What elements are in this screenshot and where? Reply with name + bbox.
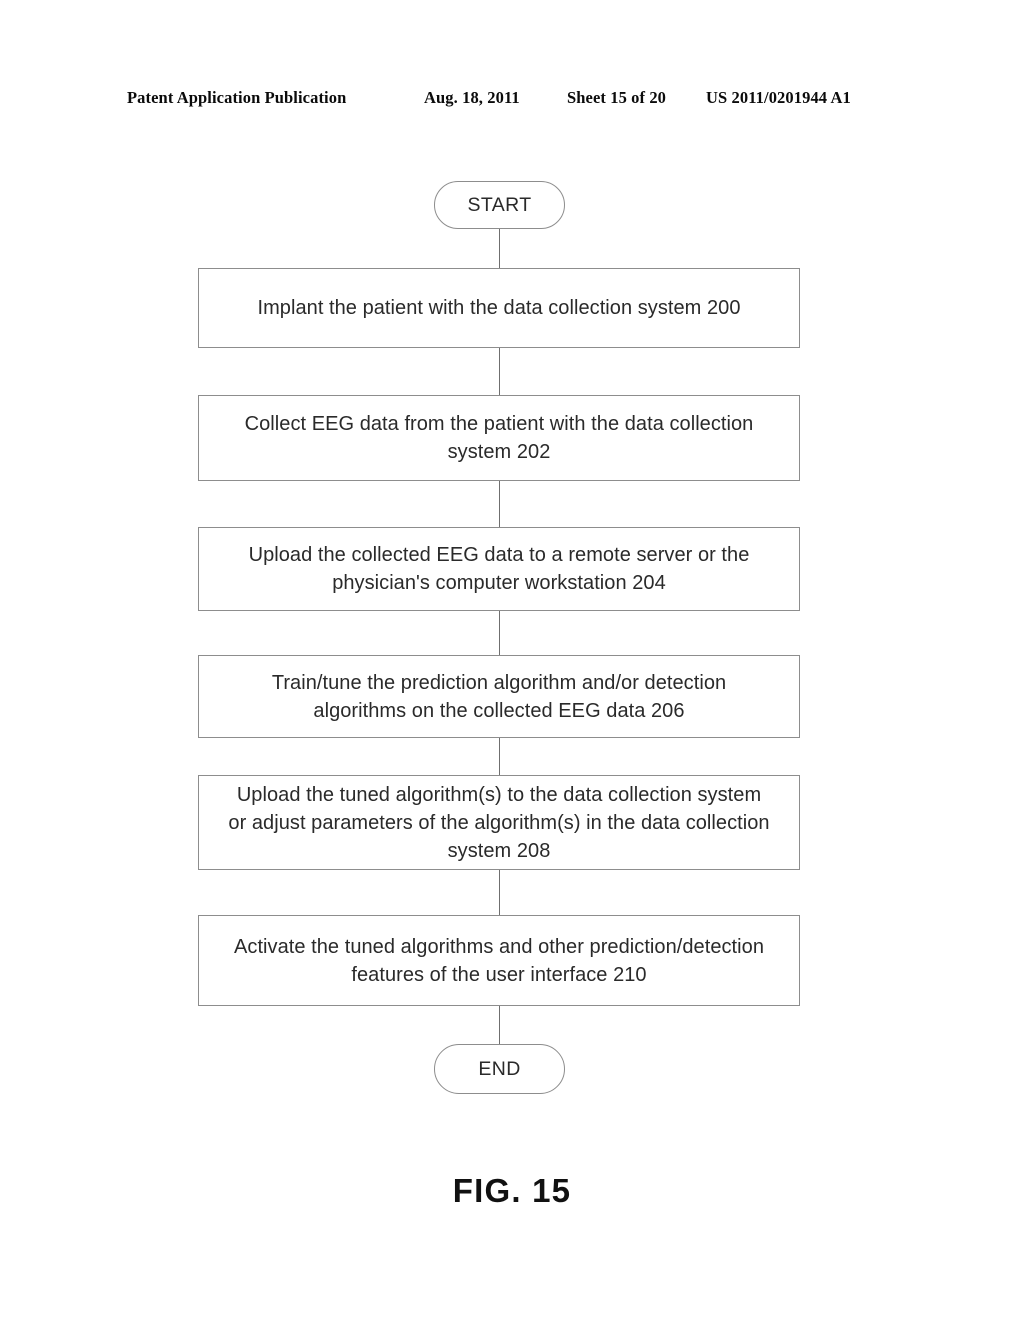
flow-node-step-208-label: Upload the tuned algorithm(s) to the dat…: [228, 783, 770, 862]
flow-node-step-204-label: Upload the collected EEG data to a remot…: [248, 544, 750, 594]
flow-connector-204-to-206: [498, 611, 500, 656]
flow-connector-202-to-204: [498, 481, 500, 528]
flow-connector-200-to-202: [498, 348, 500, 396]
flow-node-step-200: Implant the patient with the data collec…: [198, 268, 800, 348]
flow-node-step-206: Train/tune the prediction algorithm and/…: [198, 655, 800, 738]
flow-node-step-202: Collect EEG data from the patient with t…: [198, 395, 800, 481]
flow-node-end: END: [434, 1044, 565, 1094]
flow-node-step-200-label: Implant the patient with the data collec…: [257, 297, 741, 319]
flow-connector-208-to-210: [498, 870, 500, 916]
figure-caption: FIG. 15: [452, 1172, 572, 1209]
flow-connector-206-to-208: [498, 738, 500, 776]
flowchart-diagram: START Implant the patient with the data …: [0, 0, 1024, 1320]
flow-node-step-210: Activate the tuned algorithms and other …: [198, 915, 800, 1006]
flow-connector-210-to-end: [498, 1006, 500, 1045]
flow-node-step-210-label: Activate the tuned algorithms and other …: [234, 935, 764, 986]
flow-connector-start-to-200: [498, 229, 500, 269]
flow-node-end-label: END: [478, 1057, 521, 1080]
flow-node-step-206-label: Train/tune the prediction algorithm and/…: [271, 671, 727, 722]
flow-node-step-208: Upload the tuned algorithm(s) to the dat…: [198, 775, 800, 870]
flow-node-start-label: START: [467, 193, 532, 216]
flow-node-step-204: Upload the collected EEG data to a remot…: [198, 527, 800, 611]
flow-node-start: START: [434, 181, 565, 229]
flow-node-step-202-label: Collect EEG data from the patient with t…: [244, 413, 754, 463]
